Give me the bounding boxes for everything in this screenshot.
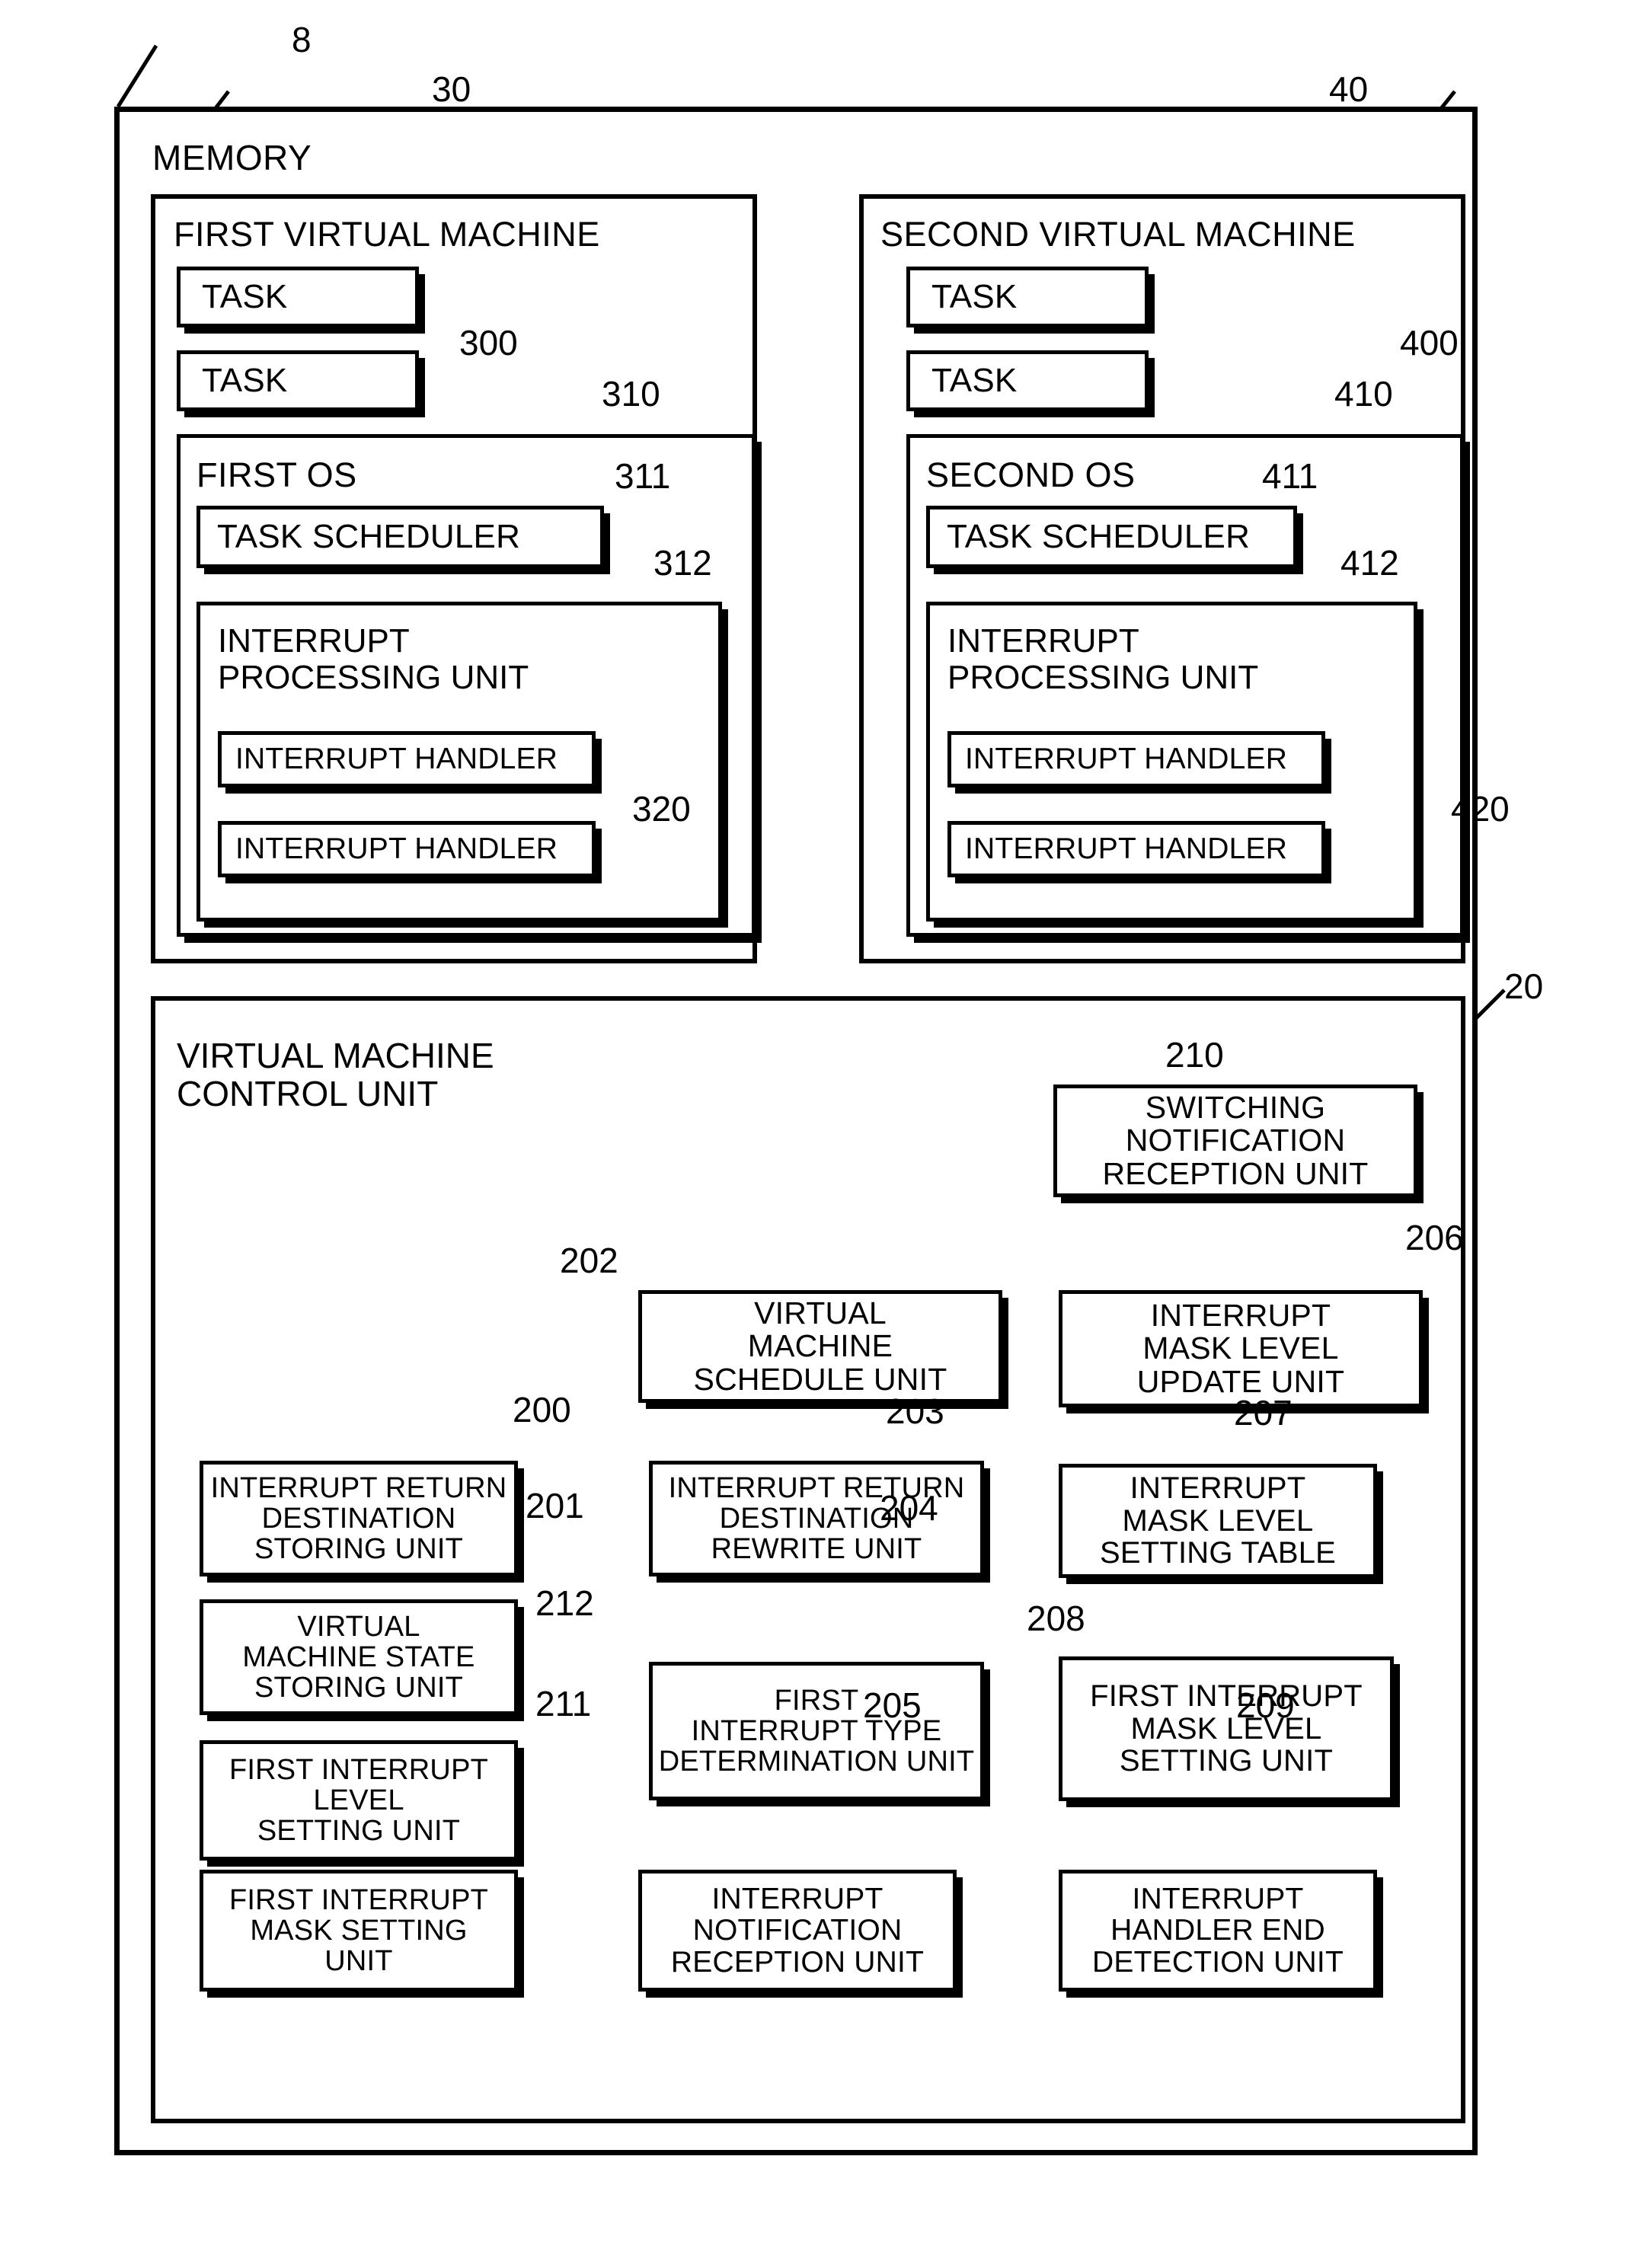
- second-vm-task-2: TASK: [906, 350, 1149, 411]
- ref-40: 40: [1329, 69, 1369, 109]
- ref-312: 312: [653, 543, 712, 583]
- first-os-interrupt-handler-2: INTERRUPT HANDLER: [218, 821, 596, 877]
- vmcu-title-line1: VIRTUAL MACHINE: [177, 1036, 494, 1075]
- interrupt-return-destination-storing-unit-label: INTERRUPT RETURN DESTINATION STORING UNI…: [210, 1471, 507, 1566]
- first-interrupt-level-setting-unit: FIRST INTERRUPT LEVEL SETTING UNIT: [200, 1740, 518, 1861]
- second-os-ipu-label-line1: INTERRUPT: [947, 622, 1139, 660]
- first-vm-task-1: TASK: [177, 267, 419, 327]
- interrupt-handler-end-detection-unit: INTERRUPT HANDLER END DETECTION UNIT: [1059, 1870, 1377, 1992]
- ref-410: 410: [1334, 374, 1393, 414]
- first-interrupt-mask-setting-unit: FIRST INTERRUPT MASK SETTING UNIT: [200, 1870, 518, 1992]
- second-vm-task-1-label: TASK: [931, 277, 1018, 315]
- first-os-ipu-label-line2: PROCESSING UNIT: [218, 658, 529, 696]
- ref-310: 310: [602, 374, 660, 414]
- ref-412: 412: [1340, 543, 1399, 583]
- switching-notification-reception-unit: SWITCHING NOTIFICATION RECEPTION UNIT: [1053, 1084, 1417, 1197]
- second-vm-title: SECOND VIRTUAL MACHINE: [880, 215, 1356, 254]
- ref-411: 411: [1262, 456, 1318, 496]
- first-os-task-scheduler-label: TASK SCHEDULER: [217, 517, 521, 555]
- second-os-interrupt-handler-1-label: INTERRUPT HANDLER: [965, 743, 1288, 776]
- second-os-task-scheduler-label: TASK SCHEDULER: [947, 517, 1251, 555]
- second-vm-task-1: TASK: [906, 267, 1149, 327]
- ref-202: 202: [560, 1241, 618, 1280]
- ref-211: 211: [535, 1684, 592, 1723]
- first-os-title: FIRST OS: [197, 455, 357, 494]
- ref-311: 311: [615, 456, 671, 496]
- ref-400: 400: [1400, 323, 1459, 363]
- ref-30: 30: [432, 69, 471, 109]
- virtual-machine-schedule-unit: VIRTUAL MACHINE SCHEDULE UNIT: [638, 1290, 1002, 1403]
- first-interrupt-mask-level-setting-unit-label: FIRST INTERRUPT MASK LEVEL SETTING UNIT: [1090, 1679, 1363, 1778]
- first-interrupt-type-determination-unit-label: FIRST INTERRUPT TYPE DETERMINATION UNIT: [658, 1684, 975, 1778]
- first-os-ipu-label: INTERRUPT PROCESSING UNIT: [218, 623, 529, 695]
- ref-203: 203: [886, 1391, 944, 1431]
- virtual-machine-schedule-unit-label: VIRTUAL MACHINE SCHEDULE UNIT: [693, 1295, 947, 1397]
- interrupt-mask-level-update-unit: INTERRUPT MASK LEVEL UPDATE UNIT: [1059, 1290, 1423, 1407]
- first-os-interrupt-handler-1: INTERRUPT HANDLER: [218, 731, 596, 787]
- interrupt-mask-level-setting-table-label: INTERRUPT MASK LEVEL SETTING TABLE: [1099, 1471, 1337, 1570]
- first-interrupt-level-setting-unit-label: FIRST INTERRUPT LEVEL SETTING UNIT: [228, 1753, 489, 1848]
- second-vm-task-2-label: TASK: [931, 361, 1018, 399]
- ref-20: 20: [1504, 966, 1544, 1006]
- ref-200: 200: [513, 1390, 571, 1429]
- second-os-interrupt-handler-2-label: INTERRUPT HANDLER: [965, 832, 1288, 866]
- first-interrupt-mask-level-setting-unit: FIRST INTERRUPT MASK LEVEL SETTING UNIT: [1059, 1656, 1394, 1801]
- patent-figure: 8 MEMORY 30 FIRST VIRTUAL MACHINE TASK T…: [0, 0, 1652, 2268]
- second-os-title: SECOND OS: [926, 455, 1136, 494]
- ref-210: 210: [1165, 1035, 1224, 1075]
- second-os-ipu-label: INTERRUPT PROCESSING UNIT: [947, 623, 1258, 695]
- interrupt-mask-level-setting-table: INTERRUPT MASK LEVEL SETTING TABLE: [1059, 1464, 1377, 1578]
- ref-208: 208: [1027, 1599, 1085, 1638]
- interrupt-notification-reception-unit: INTERRUPT NOTIFICATION RECEPTION UNIT: [638, 1870, 957, 1992]
- ref-206: 206: [1405, 1218, 1464, 1257]
- second-os-ipu-label-line2: PROCESSING UNIT: [947, 658, 1259, 696]
- vmcu-title: VIRTUAL MACHINE CONTROL UNIT: [177, 1037, 494, 1113]
- first-os-ipu-label-line1: INTERRUPT: [218, 622, 410, 660]
- second-os-interrupt-handler-1: INTERRUPT HANDLER: [947, 731, 1325, 787]
- first-vm-task-2-label: TASK: [202, 361, 288, 399]
- first-vm-title: FIRST VIRTUAL MACHINE: [174, 215, 600, 254]
- interrupt-return-destination-storing-unit: INTERRUPT RETURN DESTINATION STORING UNI…: [200, 1461, 518, 1576]
- virtual-machine-state-storing-unit-label: VIRTUAL MACHINE STATE STORING UNIT: [242, 1610, 475, 1704]
- second-os-interrupt-handler-2: INTERRUPT HANDLER: [947, 821, 1325, 877]
- ref-420: 420: [1451, 789, 1510, 829]
- interrupt-notification-reception-unit-label: INTERRUPT NOTIFICATION RECEPTION UNIT: [670, 1883, 925, 1979]
- first-interrupt-type-determination-unit: FIRST INTERRUPT TYPE DETERMINATION UNIT: [649, 1662, 984, 1800]
- virtual-machine-state-storing-unit: VIRTUAL MACHINE STATE STORING UNIT: [200, 1599, 518, 1715]
- memory-label: MEMORY: [152, 138, 312, 177]
- ref-207: 207: [1234, 1393, 1293, 1433]
- ref-209: 209: [1236, 1685, 1295, 1725]
- first-os-task-scheduler: TASK SCHEDULER: [197, 506, 604, 568]
- ref-205: 205: [863, 1685, 922, 1725]
- first-os-interrupt-handler-1-label: INTERRUPT HANDLER: [235, 743, 558, 776]
- ref-201: 201: [526, 1486, 584, 1525]
- vmcu-title-line2: CONTROL UNIT: [177, 1073, 439, 1113]
- interrupt-mask-level-update-unit-label: INTERRUPT MASK LEVEL UPDATE UNIT: [1136, 1297, 1345, 1399]
- second-os-task-scheduler: TASK SCHEDULER: [926, 506, 1297, 568]
- ref-320: 320: [632, 789, 691, 829]
- ref-8: 8: [292, 20, 312, 59]
- first-vm-task-1-label: TASK: [202, 277, 288, 315]
- interrupt-handler-end-detection-unit-label: INTERRUPT HANDLER END DETECTION UNIT: [1092, 1883, 1344, 1979]
- ref-212: 212: [535, 1583, 594, 1623]
- first-vm-task-2: TASK: [177, 350, 419, 411]
- first-interrupt-mask-setting-unit-label: FIRST INTERRUPT MASK SETTING UNIT: [228, 1883, 489, 1978]
- first-os-interrupt-handler-2-label: INTERRUPT HANDLER: [235, 832, 558, 866]
- ref-204: 204: [880, 1488, 938, 1528]
- ref-300: 300: [459, 323, 518, 363]
- switching-notification-reception-unit-label: SWITCHING NOTIFICATION RECEPTION UNIT: [1102, 1089, 1369, 1191]
